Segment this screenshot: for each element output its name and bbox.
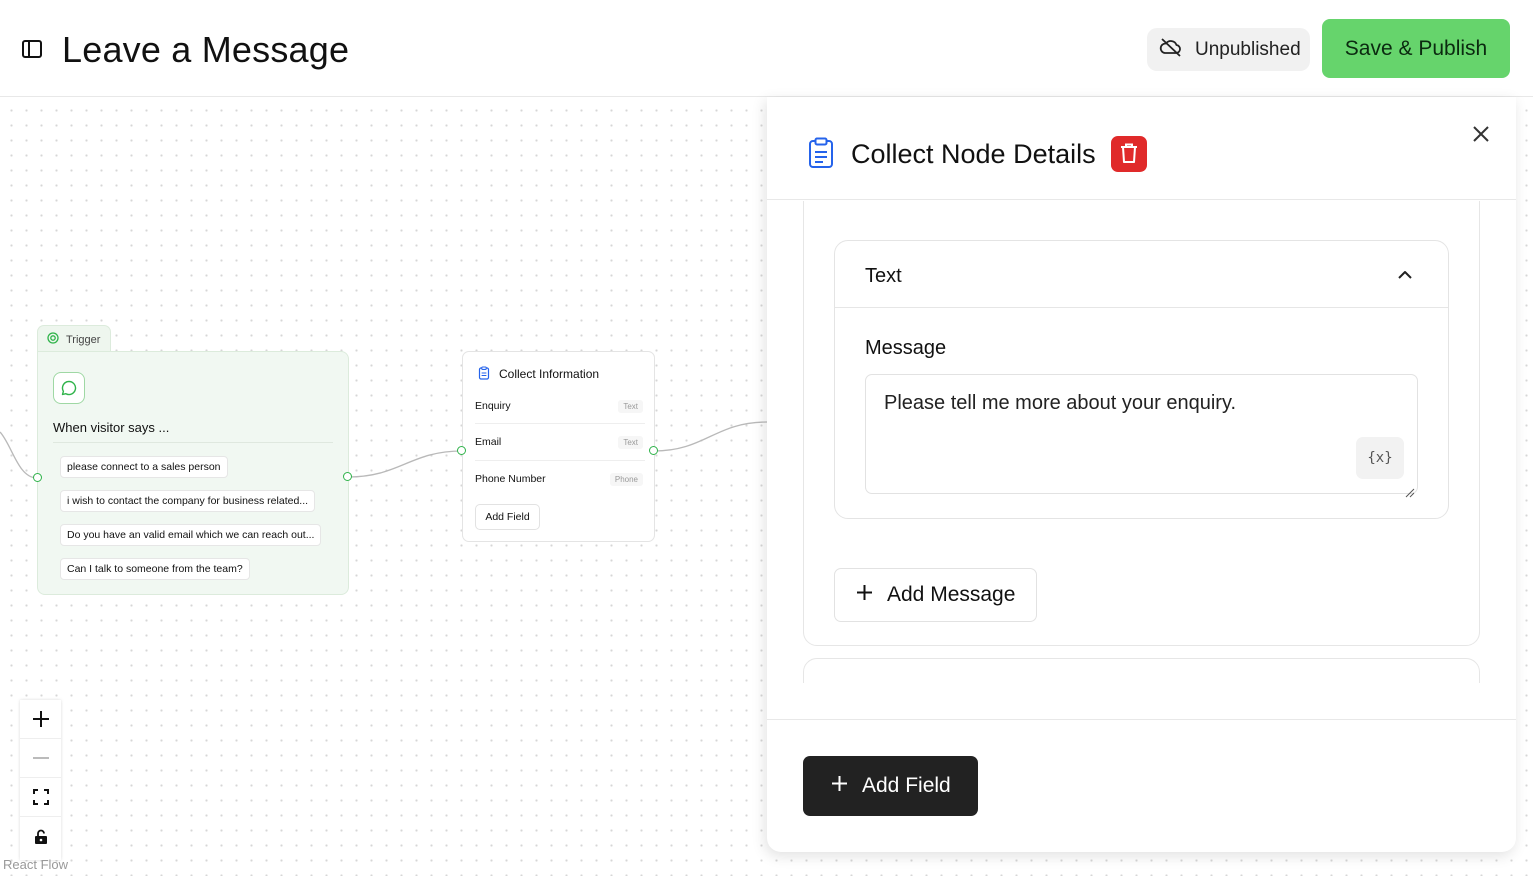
cloud-off-icon [1159,37,1183,63]
message-text: Please tell me more about your enquiry. [884,392,1237,414]
message-label: Message [865,337,947,359]
collect-node-title: Collect Information [499,367,600,381]
trigger-phrase[interactable]: i wish to contact the company for busine… [60,490,316,512]
panel-body[interactable]: Text Message Please tell me more about y… [767,201,1516,683]
panel-footer-divider [767,719,1516,720]
clipboard-icon [807,137,835,169]
trigger-output-handle[interactable] [343,472,352,481]
zoom-out-icon[interactable] [20,739,61,778]
publish-status-badge: Unpublished [1147,28,1310,71]
canvas-controls [20,700,61,860]
close-icon[interactable] [1470,123,1492,145]
field-label: Phone Number [475,473,546,485]
top-header: Leave a Message Unpublished Save & Publi… [0,0,1533,97]
panel-header: Collect Node Details [767,97,1516,200]
trigger-input-handle[interactable] [33,473,42,482]
trigger-phrase[interactable]: Do you have an valid email which we can … [60,524,322,546]
target-icon [47,332,59,347]
insert-variable-button[interactable]: {x} [1356,437,1404,479]
trigger-heading: When visitor says ... [53,420,170,435]
add-field-label: Add Field [862,774,951,797]
resize-handle-icon[interactable] [1405,481,1415,498]
divider [475,423,645,424]
section-label: Text [865,265,902,287]
add-message-button[interactable]: Add Message [834,568,1037,622]
collect-input-handle[interactable] [457,446,466,455]
add-message-label: Add Message [887,583,1016,606]
divider [475,460,645,461]
panel-title: Collect Node Details [851,139,1096,169]
collect-field-row[interactable]: Enquiry Text [475,391,643,421]
clipboard-icon [477,366,491,380]
field-type-badge: Phone [609,472,643,486]
field-type-badge: Text [618,435,643,449]
trigger-tab-label: Trigger [66,333,101,346]
collect-output-handle[interactable] [649,446,658,455]
collect-field-row[interactable]: Email Text [475,427,643,457]
fit-view-icon[interactable] [20,778,61,817]
node-add-field-button[interactable]: Add Field [475,504,540,530]
collect-information-node[interactable]: Collect Information Enquiry Text Email T… [462,351,655,542]
trigger-node[interactable]: When visitor says ... please connect to … [37,351,349,595]
chevron-up-icon[interactable] [1396,266,1414,284]
chat-bubble-icon [53,372,85,404]
text-section-header[interactable]: Text [835,241,1448,308]
field-card[interactable] [803,658,1480,683]
save-publish-button[interactable]: Save & Publish [1322,19,1510,78]
divider [53,442,333,443]
delete-node-button[interactable] [1111,136,1147,172]
collect-field-row[interactable]: Phone Number Phone [475,464,643,494]
plus-icon [831,774,848,798]
add-field-button[interactable]: Add Field [803,756,978,816]
trigger-tab: Trigger [37,325,111,353]
field-label: Enquiry [475,400,511,412]
zoom-in-icon[interactable] [20,700,61,739]
trigger-phrase[interactable]: Can I talk to someone from the team? [60,558,250,580]
trigger-phrase[interactable]: please connect to a sales person [60,456,228,478]
plus-icon [856,583,873,607]
sidebar-toggle-icon[interactable] [21,38,43,60]
node-details-panel: Collect Node Details Text Message Please… [767,97,1516,852]
unlock-icon[interactable] [20,817,61,856]
status-label: Unpublished [1195,38,1301,60]
message-textarea[interactable]: Please tell me more about your enquiry. … [865,374,1418,498]
react-flow-attribution[interactable]: React Flow [3,857,68,872]
page-title: Leave a Message [62,29,350,70]
field-label: Email [475,436,502,448]
field-type-badge: Text [618,399,643,413]
text-section-card: Text Message Please tell me more about y… [834,240,1449,519]
trash-icon [1119,142,1139,167]
